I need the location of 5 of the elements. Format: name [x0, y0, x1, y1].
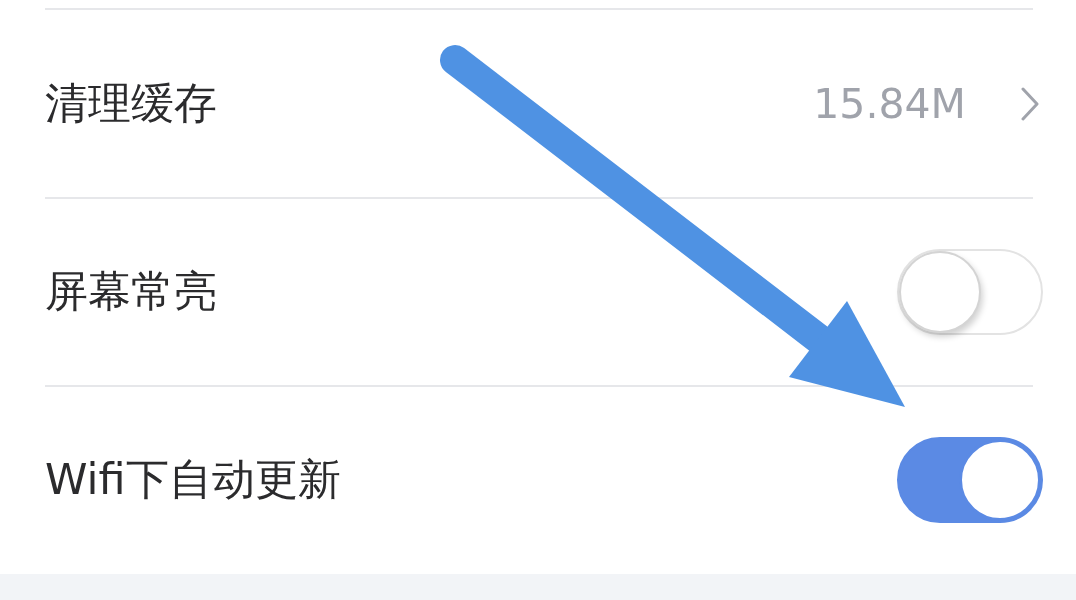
chevron-right-icon — [1020, 86, 1040, 121]
setting-label: Wifi下自动更新 — [45, 453, 341, 506]
setting-label: 清理缓存 — [45, 76, 217, 130]
setting-label: 屏幕常亮 — [45, 265, 217, 318]
cache-size: 15.84M — [813, 79, 966, 128]
